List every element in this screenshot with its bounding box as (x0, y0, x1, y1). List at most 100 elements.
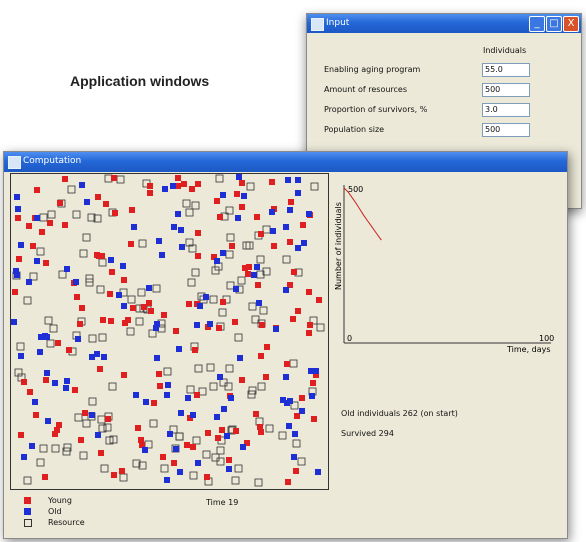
young-individual-marker (77, 321, 83, 327)
young-individual-marker (171, 460, 177, 466)
young-individual-marker (33, 412, 39, 418)
young-individual-marker (42, 474, 48, 480)
young-individual-marker (195, 181, 201, 187)
resource-marker (316, 323, 325, 332)
young-individual-marker (56, 422, 62, 428)
young-individual-marker (293, 468, 299, 474)
young-individual-marker (264, 344, 270, 350)
young-individual-marker (121, 277, 127, 283)
resource-marker (206, 363, 215, 372)
resource-marker (282, 255, 291, 264)
old-individual-marker (153, 325, 159, 331)
old-individual-marker (283, 374, 289, 380)
young-individual-marker (181, 181, 187, 187)
young-individual-marker (190, 444, 196, 450)
resource-marker (248, 302, 257, 311)
old-individual-marker (133, 392, 139, 398)
old-individual-marker (171, 224, 177, 230)
young-individual-marker (34, 187, 40, 193)
old-individual-marker (175, 211, 181, 217)
old-individual-marker (270, 228, 276, 234)
old-individual-marker (301, 240, 307, 246)
field-row-population: Population size 500 (324, 123, 574, 137)
survivors-label: Proportion of survivors, % (324, 105, 428, 114)
survivors-input[interactable]: 3.0 (482, 103, 530, 117)
young-individual-marker (161, 312, 167, 318)
input-title-bar[interactable]: Input _ □ X (307, 14, 581, 33)
old-individual-marker (295, 190, 301, 196)
old-individual-marker (173, 446, 179, 452)
old-individual-marker (273, 326, 279, 332)
young-individual-marker (192, 347, 198, 353)
close-button[interactable]: X (563, 16, 579, 32)
young-individual-marker (125, 317, 131, 323)
young-individual-marker (217, 214, 223, 220)
young-individual-marker (239, 204, 245, 210)
resources-input[interactable]: 500 (482, 83, 530, 97)
field-row-resources: Amount of resources 500 (324, 83, 574, 97)
x-max-tick: 100 (539, 334, 554, 343)
young-individual-marker (316, 297, 322, 303)
computation-title-bar[interactable]: Computation (4, 152, 567, 172)
resource-marker (160, 464, 169, 473)
young-individual-marker (130, 305, 136, 311)
resource-marker (23, 476, 32, 485)
x-axis-label: Time, days (506, 345, 551, 354)
survived-info: Survived 294 (341, 429, 394, 438)
old-individual-marker (52, 380, 58, 386)
resource-marker (44, 316, 53, 325)
old-individual-marker (142, 447, 148, 453)
population-input[interactable]: 500 (482, 123, 530, 137)
resource-marker (104, 174, 113, 183)
young-individual-marker (79, 305, 85, 311)
young-individual-marker (184, 442, 190, 448)
old-individual-marker (251, 272, 257, 278)
old-individual-marker (291, 454, 297, 460)
young-individual-marker (47, 220, 53, 226)
old-individual-marker (256, 300, 262, 306)
young-individual-marker (121, 372, 127, 378)
resource-marker (175, 432, 184, 441)
old-individual-marker (197, 303, 203, 309)
time-label: Time 19 (206, 498, 239, 507)
old-individual-marker (156, 238, 162, 244)
resource-marker (79, 451, 88, 460)
old-individual-marker (185, 395, 191, 401)
maximize-button[interactable]: □ (546, 16, 562, 32)
young-individual-marker (307, 322, 313, 328)
simulation-field (10, 173, 329, 490)
young-individual-marker (255, 282, 261, 288)
old-individual-marker (224, 433, 230, 439)
aging-input[interactable]: 55.0 (482, 63, 530, 77)
young-individual-marker (232, 319, 238, 325)
young-individual-marker (135, 425, 141, 431)
old-individual-marker (29, 443, 35, 449)
column-header-individuals: Individuals (483, 46, 527, 55)
young-individual-marker (62, 222, 68, 228)
young-individual-marker (311, 416, 317, 422)
old-individual-marker (162, 186, 168, 192)
computation-window: Computation 500 0 100 Time, days Number … (3, 151, 568, 539)
young-individual-marker (269, 179, 275, 185)
old-individuals-info: Old individuals 262 (on start) (341, 409, 458, 418)
java-app-icon (8, 156, 21, 169)
resource-marker (88, 334, 97, 343)
young-individual-marker (288, 199, 294, 205)
young-individual-marker (111, 472, 117, 478)
young-individual-marker (39, 229, 45, 235)
resource-marker (218, 308, 227, 317)
resource-marker (186, 385, 195, 394)
old-swatch (24, 508, 31, 515)
aging-label: Enabling aging program (324, 65, 421, 74)
resource-marker (97, 415, 106, 424)
population-series-line (343, 187, 382, 241)
old-individual-marker (116, 292, 122, 298)
young-individual-marker (258, 353, 264, 359)
minimize-button[interactable]: _ (529, 16, 545, 32)
legend-label-young: Young (48, 496, 72, 505)
old-individual-marker (26, 279, 32, 285)
young-individual-marker (156, 371, 162, 377)
young-individual-marker (18, 432, 24, 438)
resource-marker (194, 364, 203, 373)
resource-marker (149, 419, 158, 428)
